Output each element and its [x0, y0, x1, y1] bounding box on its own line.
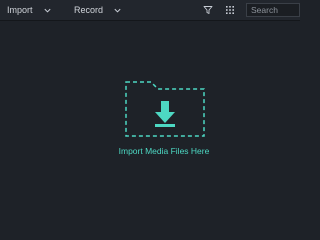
record-menu-button[interactable]: Record	[74, 5, 122, 15]
import-media-label[interactable]: Import Media Files Here	[114, 146, 214, 156]
folder-download-icon	[125, 81, 205, 137]
search-input[interactable]	[246, 3, 300, 17]
grid-view-icon[interactable]	[225, 5, 235, 15]
import-menu-button[interactable]: Import	[7, 5, 52, 15]
filter-icon[interactable]	[203, 5, 213, 15]
record-label: Record	[74, 5, 104, 15]
chevron-down-icon	[43, 6, 52, 15]
media-drop-zone[interactable]: Import Media Files Here	[119, 78, 209, 160]
import-label: Import	[7, 5, 33, 15]
chevron-down-icon	[113, 6, 122, 15]
toolbar-divider	[0, 20, 300, 21]
media-toolbar: Import Record	[0, 0, 300, 20]
